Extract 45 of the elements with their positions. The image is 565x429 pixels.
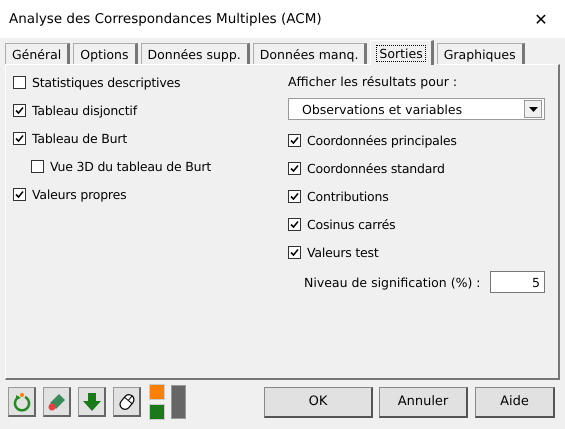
checkbox-label[interactable]: Statistiques descriptives	[32, 74, 180, 90]
swatch-icon[interactable]	[149, 404, 165, 420]
dialog-button[interactable]: OK	[264, 386, 373, 418]
down-arrow-icon	[82, 392, 102, 412]
tab[interactable]: Graphiques	[436, 43, 525, 64]
checkbox[interactable]	[13, 188, 26, 200]
tab[interactable]: Données manq.	[252, 43, 368, 64]
reset-icon-button[interactable]	[8, 387, 36, 417]
field-label: Afficher les résultats pour :	[288, 74, 458, 90]
tab[interactable]: Sorties	[370, 40, 434, 65]
clear-icon-button[interactable]	[43, 387, 71, 417]
checkbox-label[interactable]: Contributions	[307, 188, 389, 204]
checkbox[interactable]	[31, 160, 44, 172]
swatch-bar-icon[interactable]	[171, 385, 186, 419]
swatch-icon[interactable]	[149, 384, 165, 400]
results-dropdown[interactable]: Observations et variables	[288, 98, 545, 120]
window-title: Analyse des Correspondances Multiples (ACM)	[9, 11, 322, 27]
checkbox[interactable]	[288, 218, 301, 230]
tab[interactable]: Options	[73, 43, 138, 64]
tab[interactable]: Données supp.	[140, 43, 250, 64]
eraser-icon	[46, 392, 66, 412]
checkbox[interactable]	[288, 246, 301, 258]
checkbox-label[interactable]: Vue 3D du tableau de Burt	[50, 158, 212, 174]
checkbox[interactable]	[288, 134, 301, 146]
mouse-icon-button[interactable]	[113, 387, 141, 417]
checkbox[interactable]	[13, 104, 26, 116]
checkbox-label[interactable]: Cosinus carrés	[307, 216, 396, 232]
close-button[interactable]: ✕	[527, 10, 555, 28]
checkbox-label[interactable]: Coordonnées principales	[307, 132, 457, 148]
checkbox[interactable]	[13, 76, 26, 88]
checkbox-label[interactable]: Tableau disjonctif	[32, 102, 137, 118]
dialog-button[interactable]: Aide	[475, 386, 555, 418]
checkbox[interactable]	[13, 132, 26, 144]
tab[interactable]: Général	[5, 43, 70, 64]
checkbox-label[interactable]: Valeurs propres	[32, 186, 126, 202]
refresh-icon	[12, 392, 32, 412]
checkbox-label[interactable]: Coordonnées standard	[307, 160, 445, 176]
dialog-button[interactable]: Annuler	[379, 386, 468, 418]
significance-field[interactable]: 5	[490, 271, 545, 293]
field-label: Niveau de signification (%) :	[304, 274, 481, 290]
checkbox-label[interactable]: Valeurs test	[307, 244, 379, 260]
checkbox-label[interactable]: Tableau de Burt	[32, 130, 128, 146]
checkbox[interactable]	[288, 190, 301, 202]
checkbox[interactable]	[288, 162, 301, 174]
down-icon-button[interactable]	[78, 387, 106, 417]
